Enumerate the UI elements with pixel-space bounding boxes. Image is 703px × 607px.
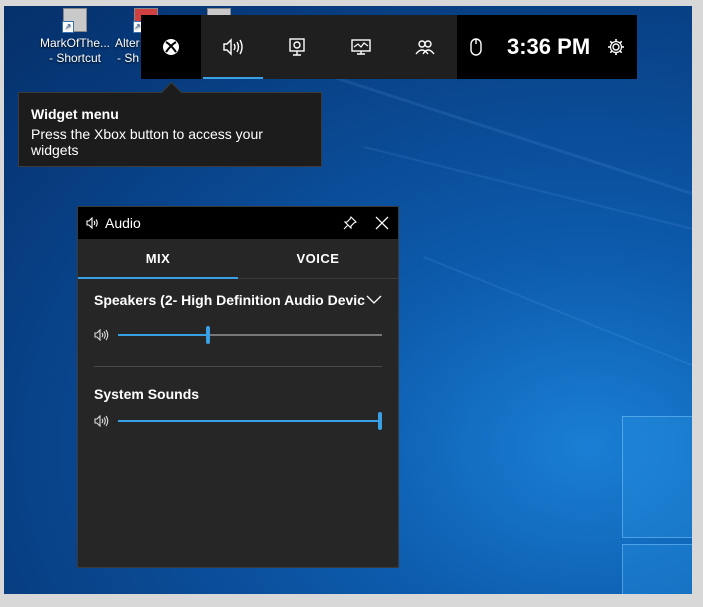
slider-thumb[interactable] bbox=[205, 326, 210, 344]
tooltip-title: Widget menu bbox=[31, 106, 119, 122]
performance-widget-button[interactable] bbox=[329, 15, 393, 79]
desktop-shortcut-markofthe[interactable]: ↗ MarkOfThe... - Shortcut bbox=[36, 8, 114, 66]
system-sounds-volume-slider[interactable] bbox=[118, 411, 382, 431]
audio-widget-header[interactable]: Audio bbox=[78, 207, 398, 239]
slider-fill bbox=[118, 334, 208, 336]
pin-icon bbox=[343, 216, 357, 230]
shortcut-file-icon: ↗ bbox=[62, 8, 87, 33]
device-volume-row bbox=[78, 320, 398, 350]
light-ray bbox=[423, 256, 692, 393]
output-device-name: Speakers (2- High Definition Audio Devic… bbox=[94, 292, 366, 308]
output-device-select[interactable]: Speakers (2- High Definition Audio Devic… bbox=[78, 280, 398, 320]
game-bar: 3:36 PM bbox=[141, 15, 637, 79]
social-widget-button[interactable] bbox=[393, 15, 457, 79]
light-ray bbox=[363, 146, 692, 250]
light-ray bbox=[303, 66, 692, 224]
game-bar-status-area: 3:36 PM bbox=[457, 15, 637, 79]
audio-widget-title: Audio bbox=[105, 215, 141, 231]
app-name-system-sounds: System Sounds bbox=[94, 386, 200, 402]
social-icon bbox=[415, 40, 435, 55]
clock: 3:36 PM bbox=[507, 34, 591, 59]
windows-logo-wallpaper bbox=[622, 416, 692, 594]
system-sounds-volume-row bbox=[78, 406, 398, 436]
audio-widget-button[interactable] bbox=[201, 15, 265, 79]
tooltip-body: Press the Xbox button to access your wid… bbox=[31, 126, 263, 158]
close-icon bbox=[375, 216, 389, 230]
pin-button[interactable] bbox=[334, 207, 366, 239]
slider-thumb[interactable] bbox=[378, 412, 382, 430]
mouse-icon bbox=[470, 38, 482, 56]
close-button[interactable] bbox=[366, 207, 398, 239]
chevron-down-icon bbox=[366, 295, 382, 304]
performance-icon bbox=[351, 39, 371, 55]
widget-menu-tooltip: Widget menu Press the Xbox button to acc… bbox=[18, 92, 322, 167]
slider-fill bbox=[118, 420, 382, 422]
tab-voice[interactable]: VOICE bbox=[238, 239, 398, 278]
speaker-icon[interactable] bbox=[94, 329, 110, 341]
section-divider bbox=[94, 366, 382, 367]
speaker-icon bbox=[86, 217, 98, 229]
tab-mix[interactable]: MIX bbox=[78, 239, 238, 279]
audio-icon bbox=[223, 38, 243, 56]
shortcut-label-line2: - Shortcut bbox=[48, 51, 102, 65]
gear-icon bbox=[608, 39, 625, 55]
xbox-icon bbox=[163, 39, 179, 55]
capture-widget-button[interactable] bbox=[265, 15, 329, 79]
mouse-lock-button[interactable] bbox=[457, 15, 495, 79]
settings-button[interactable] bbox=[602, 15, 630, 79]
speaker-icon[interactable] bbox=[94, 415, 110, 427]
audio-widget: Audio MIX VOICE Speakers (2- High Defini… bbox=[77, 206, 399, 568]
audio-tabs: MIX VOICE bbox=[78, 239, 398, 279]
xbox-button[interactable] bbox=[141, 15, 201, 79]
device-volume-slider[interactable] bbox=[118, 325, 382, 345]
shortcut-label-line1: MarkOfThe... bbox=[39, 36, 110, 50]
capture-icon bbox=[289, 38, 305, 56]
